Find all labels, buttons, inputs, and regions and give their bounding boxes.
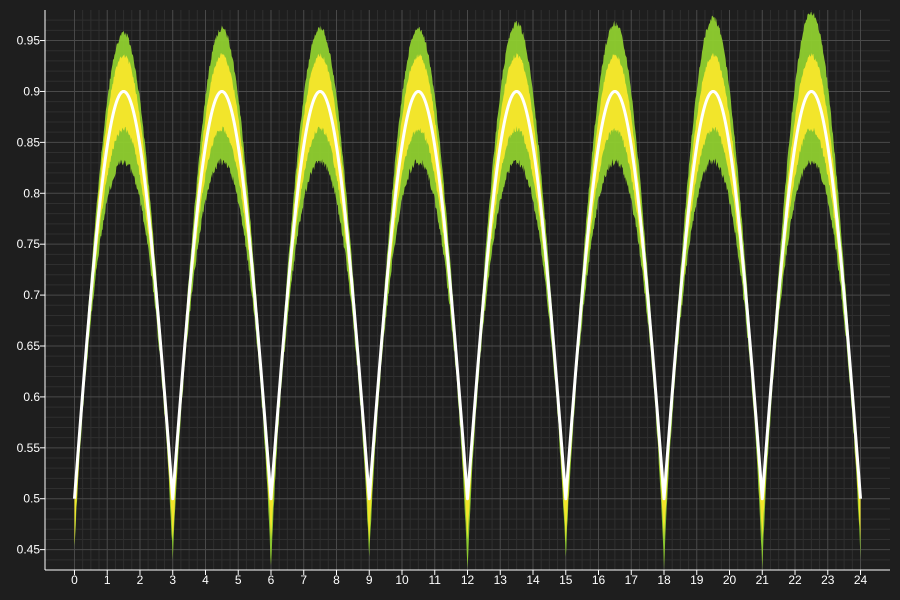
x-tick-label: 19 <box>690 573 704 587</box>
y-tick-label: 0.7 <box>23 288 40 302</box>
y-tick-label: 0.85 <box>17 135 41 149</box>
x-tick-label: 13 <box>494 573 508 587</box>
y-tick-label: 0.95 <box>17 34 41 48</box>
y-tick-label: 0.6 <box>23 390 40 404</box>
x-tick-label: 20 <box>723 573 737 587</box>
x-tick-label: 6 <box>268 573 275 587</box>
x-tick-label: 7 <box>300 573 307 587</box>
x-tick-label: 5 <box>235 573 242 587</box>
y-tick-label: 0.8 <box>23 186 40 200</box>
x-tick-label: 0 <box>71 573 78 587</box>
y-tick-label: 0.65 <box>17 339 41 353</box>
x-tick-label: 18 <box>657 573 671 587</box>
x-tick-label: 14 <box>526 573 540 587</box>
x-tick-label: 8 <box>333 573 340 587</box>
y-tick-label: 0.55 <box>17 441 41 455</box>
x-tick-label: 4 <box>202 573 209 587</box>
x-tick-label: 15 <box>559 573 573 587</box>
x-tick-label: 2 <box>137 573 144 587</box>
x-tick-label: 17 <box>625 573 639 587</box>
x-tick-label: 1 <box>104 573 111 587</box>
y-tick-label: 0.5 <box>23 492 40 506</box>
y-tick-label: 0.45 <box>17 543 41 557</box>
x-tick-label: 23 <box>821 573 835 587</box>
x-tick-label: 9 <box>366 573 373 587</box>
x-tick-label: 22 <box>788 573 802 587</box>
y-tick-label: 0.75 <box>17 237 41 251</box>
x-tick-label: 3 <box>169 573 176 587</box>
x-tick-label: 16 <box>592 573 606 587</box>
x-tick-label: 21 <box>756 573 770 587</box>
x-tick-label: 12 <box>461 573 475 587</box>
x-tick-label: 24 <box>854 573 868 587</box>
x-tick-label: 10 <box>395 573 409 587</box>
x-tick-label: 11 <box>429 573 442 587</box>
y-tick-label: 0.9 <box>23 84 40 98</box>
chart: 0 1 2 3 4 5 6 7 8 9 10 11 12 13 14 15 16 17 18 19 20 21 22 23 24… <box>0 0 900 600</box>
